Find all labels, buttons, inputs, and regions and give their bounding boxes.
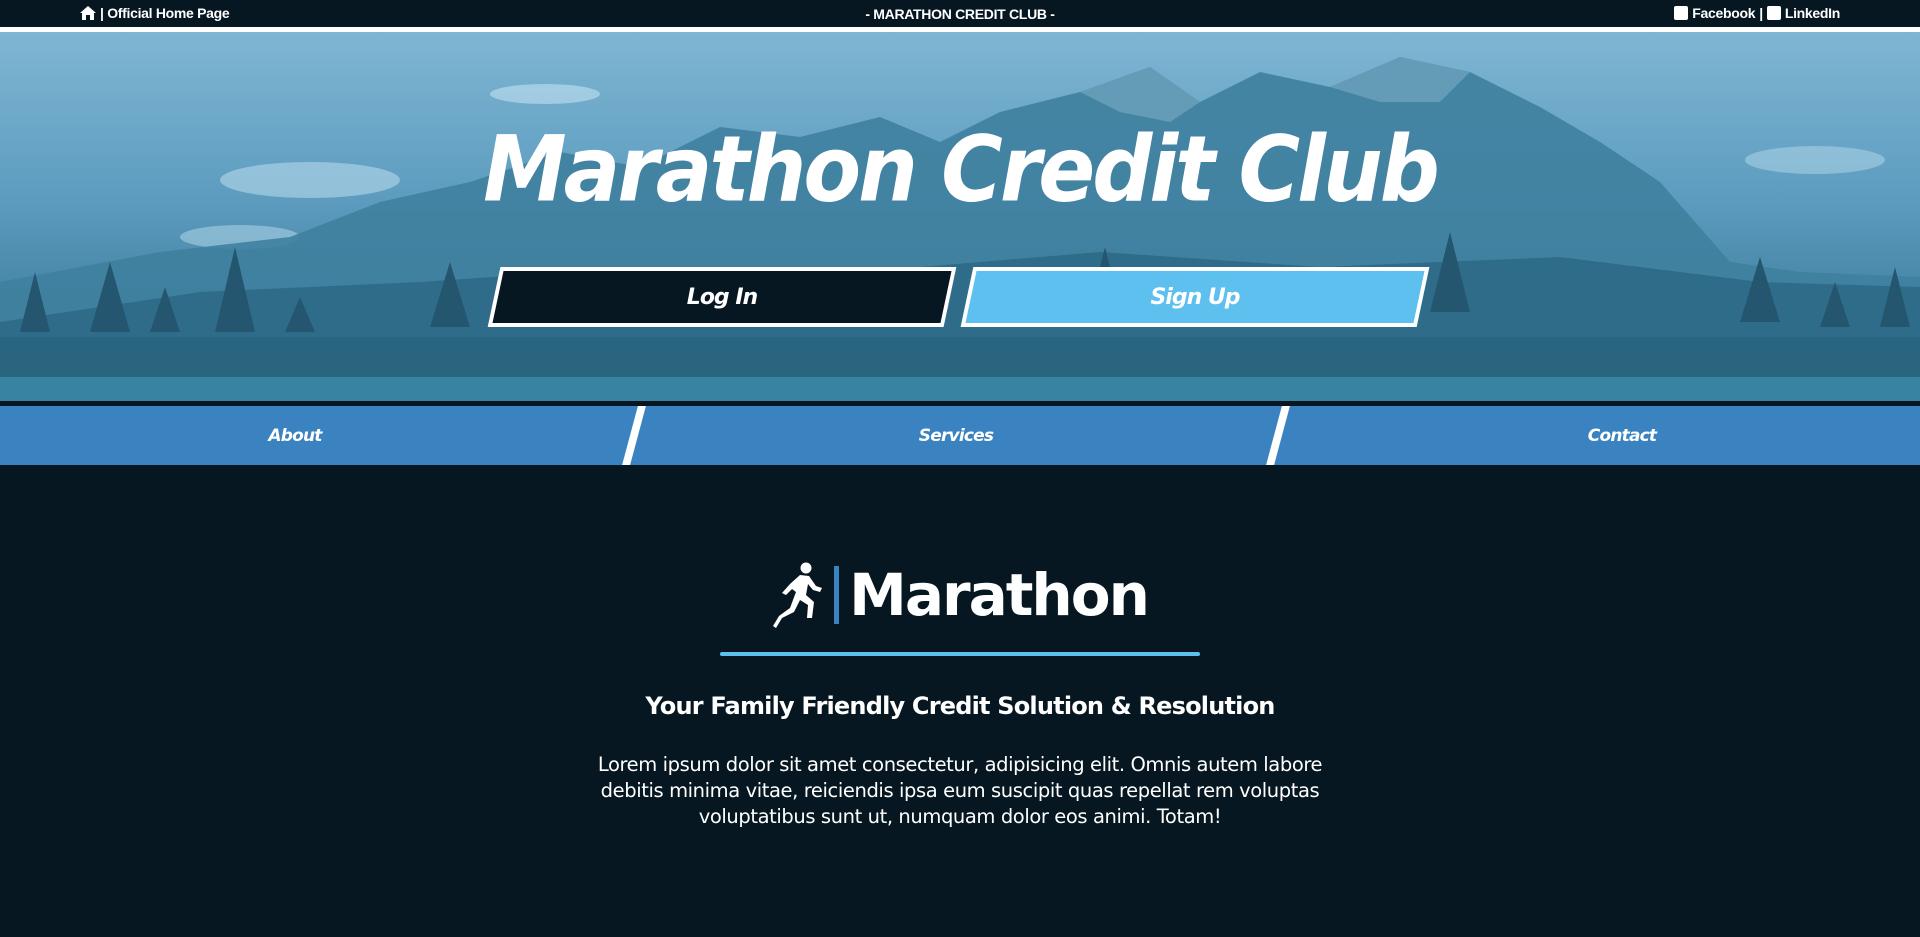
- top-bar-title: - MARATHON CREDIT CLUB -: [865, 6, 1055, 22]
- nav-item-about-label: About: [268, 425, 322, 446]
- main-nav: About Services Contact: [0, 406, 1920, 465]
- top-bar: | Official Home Page - MARATHON CREDIT C…: [0, 0, 1920, 27]
- signup-button[interactable]: Sign Up: [960, 267, 1430, 327]
- nav-item-contact[interactable]: Contact: [1274, 406, 1920, 465]
- nav-item-contact-label: Contact: [1587, 425, 1657, 446]
- login-button[interactable]: Log In: [487, 267, 957, 327]
- brand-underline: [720, 652, 1200, 656]
- nav-item-services[interactable]: Services: [630, 406, 1282, 465]
- facebook-link[interactable]: Facebook: [1692, 5, 1755, 21]
- facebook-icon: f: [1674, 6, 1689, 20]
- linkedin-link[interactable]: LinkedIn: [1785, 5, 1840, 21]
- brand-logo: Marathon: [0, 562, 1920, 628]
- social-separator: |: [1759, 5, 1763, 21]
- brand-word: Marathon: [849, 561, 1150, 629]
- brand-divider: [834, 566, 840, 624]
- nav-item-about[interactable]: About: [0, 406, 638, 465]
- hero-banner: Marathon Credit Club Log In Sign Up: [0, 32, 1920, 401]
- nav-item-services-label: Services: [918, 425, 994, 446]
- linkedin-icon: in: [1766, 6, 1781, 20]
- signup-button-label: Sign Up: [1150, 284, 1240, 310]
- intro-paragraph: Lorem ipsum dolor sit amet consectetur, …: [597, 753, 1323, 828]
- login-button-label: Log In: [686, 284, 758, 310]
- social-links: f Facebook | in LinkedIn: [1674, 5, 1840, 21]
- runner-icon: [773, 562, 823, 628]
- hero-title: Marathon Credit Club: [483, 116, 1440, 222]
- tagline: Your Family Friendly Credit Solution & R…: [645, 692, 1275, 720]
